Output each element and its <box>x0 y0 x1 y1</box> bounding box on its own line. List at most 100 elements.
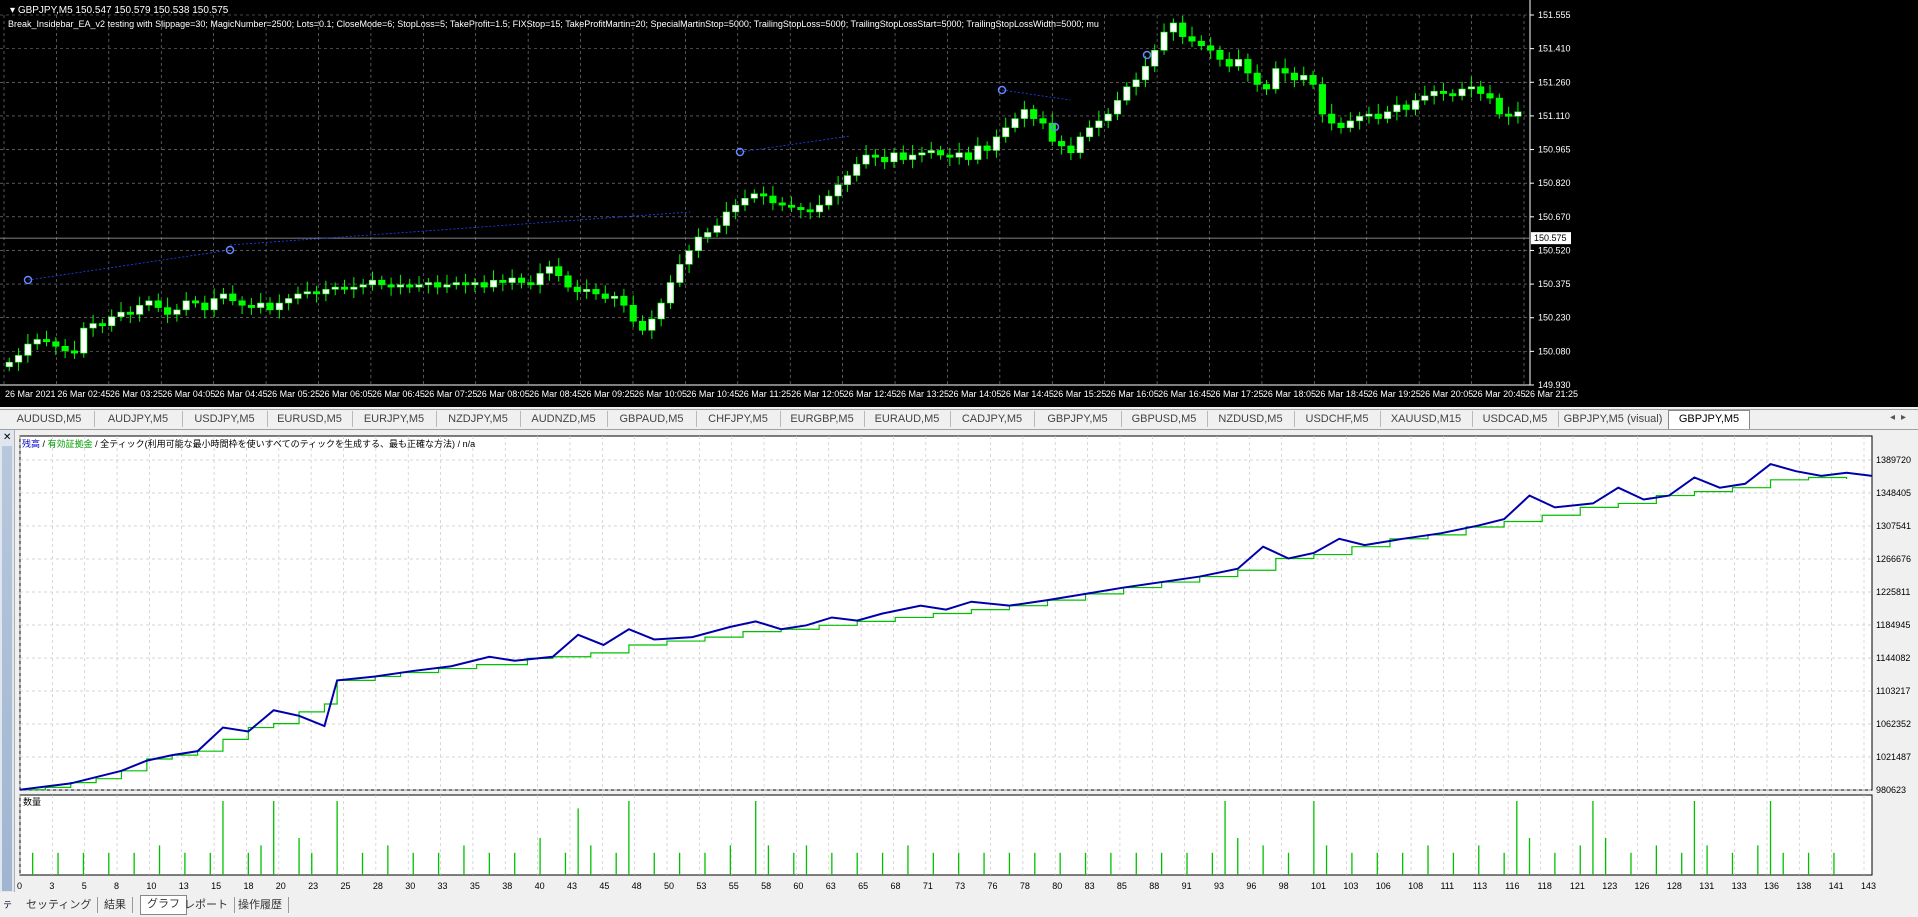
symbol-tab[interactable]: AUDJPY,M5 <box>94 411 183 427</box>
price-chart[interactable]: 151.555 151.410 151.260 151.110 150.965 150.8… <box>0 0 1918 407</box>
candle-bull <box>853 163 861 176</box>
candle-bear <box>434 282 442 288</box>
candle-bear <box>871 154 879 158</box>
time-axis-label: 26 Mar 21:25 <box>1525 389 1578 399</box>
candle-bear <box>1262 84 1271 90</box>
candle-bear <box>638 320 647 331</box>
symbol-tab[interactable]: AUDNZD,M5 <box>520 411 608 427</box>
time-axis-label: 26 Mar 06:05 <box>319 389 372 399</box>
candle-bull <box>489 279 498 288</box>
y-axis-label: 1144082 <box>1876 653 1910 663</box>
tester-tab[interactable]: セッティング <box>20 897 99 913</box>
x-axis-label: 15 <box>211 881 221 891</box>
candle-bull <box>1411 100 1420 110</box>
legend-separator: / <box>42 439 46 449</box>
candle-bear <box>1402 104 1410 110</box>
candle-bear <box>1477 86 1485 94</box>
time-axis-label: 26 Mar 14:05 <box>948 389 1001 399</box>
x-axis-label: 136 <box>1764 881 1779 891</box>
candle-bull <box>1160 31 1168 51</box>
candle-bear <box>620 295 628 306</box>
candle-bull <box>1514 111 1522 117</box>
candle-bear <box>126 311 134 315</box>
symbol-tab[interactable]: NZDJPY,M5 <box>436 411 521 427</box>
candle-bear <box>266 302 274 311</box>
x-axis-label: 58 <box>761 881 771 891</box>
candlestick-chart-canvas[interactable]: 151.555 151.410 151.260 151.110 150.965 150.8… <box>0 0 1918 407</box>
symbol-tab[interactable]: GBPUSD,M5 <box>1121 411 1208 427</box>
time-axis-label: 26 Mar 07:25 <box>424 389 477 399</box>
candle-bear <box>340 286 349 290</box>
tester-tab[interactable]: 結果 <box>98 897 133 913</box>
time-axis-label: 26 Mar 10:45 <box>686 389 739 399</box>
equity-graph-canvas: 1389720134840513075411266676122581111849… <box>17 435 1911 891</box>
time-axis-label: 26 Mar 12:45 <box>844 389 897 399</box>
y-axis-label: 1225811 <box>1876 587 1910 597</box>
tester-tab[interactable]: レポート <box>178 897 235 913</box>
x-axis-label: 93 <box>1214 881 1224 891</box>
chart-menu-icon[interactable]: ▾ <box>10 5 15 16</box>
candle-bear <box>936 150 945 156</box>
candle-bear <box>1486 93 1494 99</box>
symbol-tab[interactable]: CHFJPY,M5 <box>696 411 781 427</box>
x-axis-label: 133 <box>1732 881 1747 891</box>
price-axis-label: 151.555 <box>1538 10 1571 20</box>
price-axis-label: 150.965 <box>1538 145 1571 155</box>
symbol-tab[interactable]: EURGBP,M5 <box>780 411 865 427</box>
symbol-tab[interactable]: CADJPY,M5 <box>950 411 1035 427</box>
x-axis-label: 128 <box>1667 881 1682 891</box>
price-axis-label: 150.670 <box>1538 212 1571 222</box>
candle-bull <box>1095 120 1103 129</box>
symbol-tab[interactable]: EURJPY,M5 <box>352 411 437 427</box>
symbol-tab[interactable]: EURAUD,M5 <box>864 411 951 427</box>
candle-bull <box>750 193 758 199</box>
candle-bull <box>415 284 423 288</box>
tester-tab[interactable]: 操作履歴 <box>232 897 289 913</box>
symbol-tab[interactable]: GBPJPY,M5 <box>1668 410 1750 429</box>
symbol-tab[interactable]: USDJPY,M5 <box>182 411 268 427</box>
symbol-tab[interactable]: GBPJPY,M5 (visual) <box>1558 411 1669 427</box>
candle-bull <box>1113 100 1122 115</box>
candle-bull <box>452 282 460 286</box>
symbol-tab[interactable]: XAUUSD,M15 <box>1380 411 1473 427</box>
price-axis-label: 151.260 <box>1538 77 1571 87</box>
y-axis-label: 1389720 <box>1876 455 1911 465</box>
candle-bull <box>890 152 898 163</box>
x-axis-label: 80 <box>1052 881 1062 891</box>
symbol-tab[interactable]: GBPJPY,M5 <box>1034 411 1122 427</box>
symbol-tab[interactable]: USDCAD,M5 <box>1472 411 1559 427</box>
time-axis-label: 26 Mar 17:25 <box>1211 389 1264 399</box>
close-icon[interactable]: ✕ <box>3 432 11 443</box>
y-axis-label: 1307541 <box>1876 521 1911 531</box>
candle-bull <box>117 311 125 317</box>
candle-bull <box>182 300 190 311</box>
candle-bull <box>136 305 144 315</box>
candle-bear <box>480 282 488 288</box>
symbol-tab[interactable]: EURUSD,M5 <box>267 411 353 427</box>
candle-bear <box>70 350 79 354</box>
x-axis-label: 50 <box>664 881 674 891</box>
dock-strip[interactable] <box>2 446 12 891</box>
candle-bull <box>396 284 404 288</box>
time-axis-label: 26 Mar 04:05 <box>162 389 215 399</box>
symbol-tab[interactable]: AUDUSD,M5 <box>4 411 95 427</box>
symbol-tab[interactable]: NZDUSD,M5 <box>1207 411 1295 427</box>
candle-bear <box>1039 118 1047 124</box>
price-axis-label: 150.820 <box>1538 178 1571 188</box>
x-axis-label: 78 <box>1020 881 1030 891</box>
x-axis-label: 38 <box>502 881 512 891</box>
time-axis-label: 26 Mar 19:25 <box>1368 389 1421 399</box>
x-axis-label: 73 <box>955 881 965 891</box>
tab-scroll-arrows[interactable]: ◂▸ <box>1890 412 1912 423</box>
x-axis-label: 103 <box>1343 881 1358 891</box>
time-axis-label: 26 Mar 10:05 <box>634 389 687 399</box>
x-axis-label: 23 <box>308 881 318 891</box>
candle-bull <box>834 184 842 197</box>
candle-bear <box>1281 68 1289 74</box>
legend-separator: / <box>457 439 461 449</box>
candle-bear <box>1030 109 1038 119</box>
symbol-tab[interactable]: USDCHF,M5 <box>1294 411 1381 427</box>
symbol-tab[interactable]: GBPAUD,M5 <box>607 411 697 427</box>
time-axis-label: 26 Mar 18:05 <box>1263 389 1316 399</box>
y-axis-label: 1348405 <box>1876 488 1911 498</box>
